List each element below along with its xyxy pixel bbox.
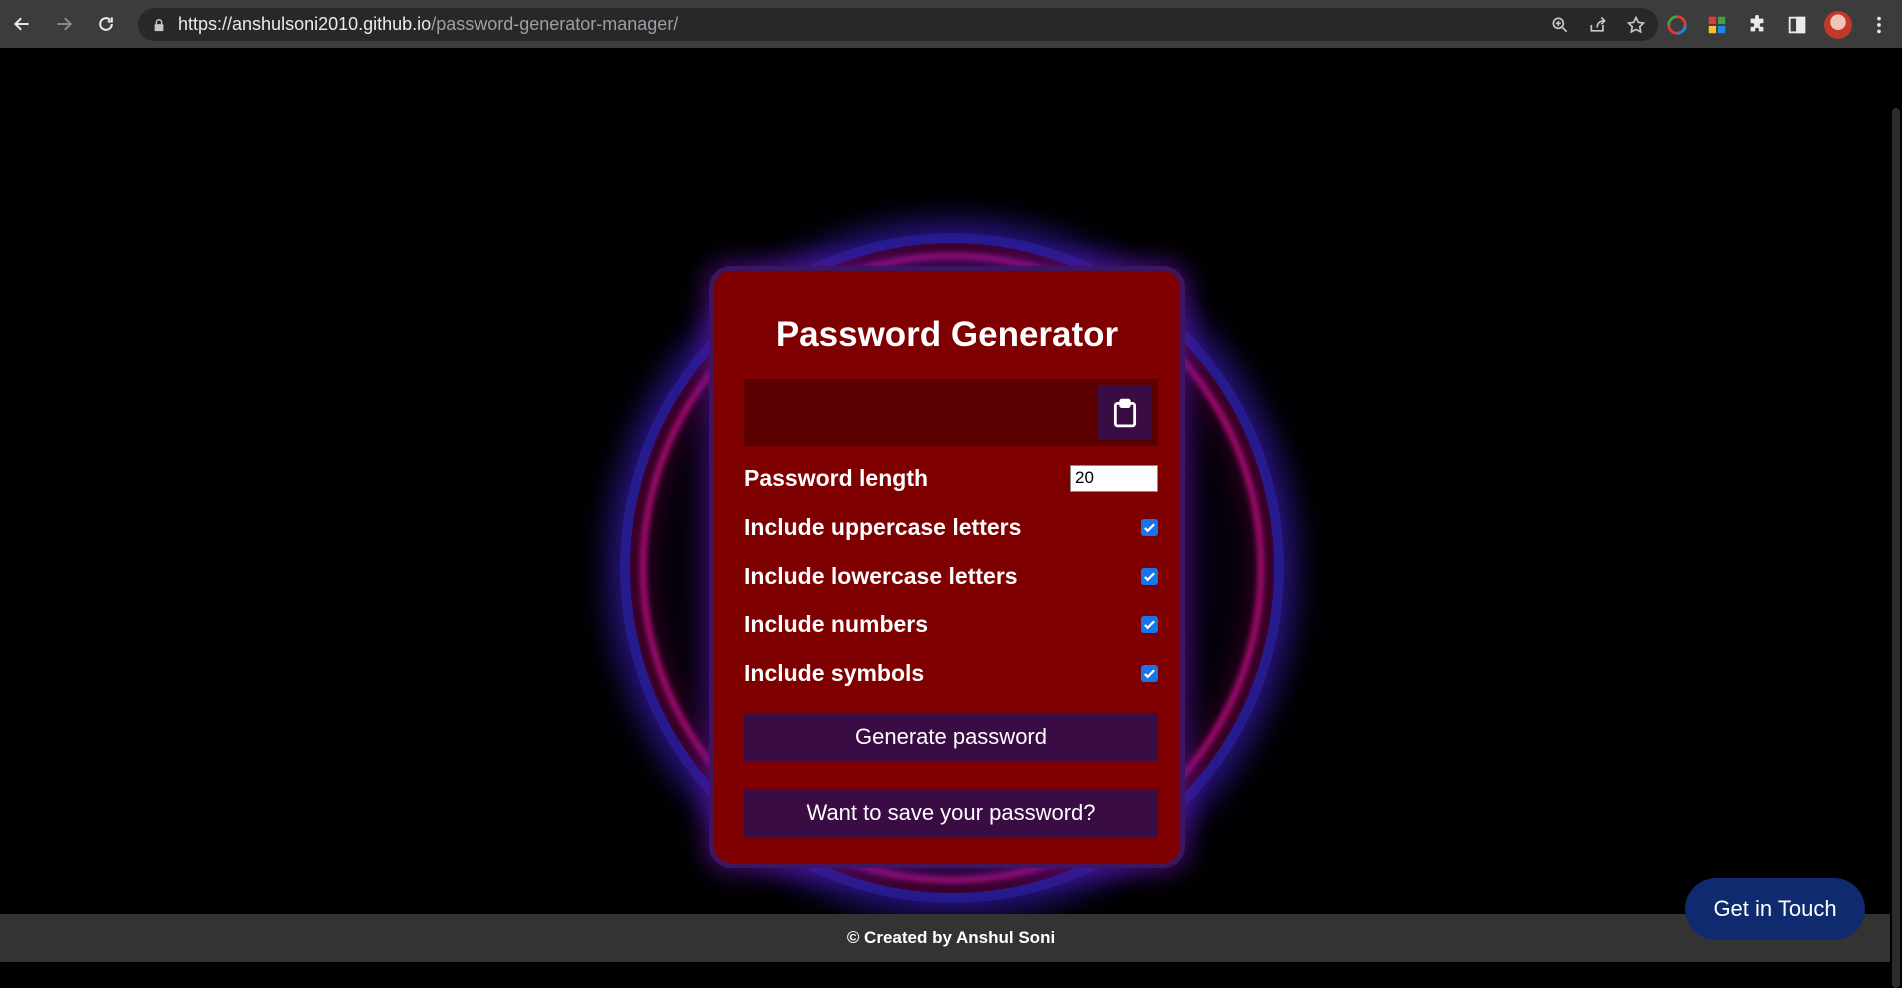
- checkmark-icon: [1144, 571, 1155, 581]
- url-text: https://anshulsoni2010.github.io/passwor…: [178, 14, 678, 35]
- arrow-left-icon: [13, 17, 29, 31]
- share-icon[interactable]: [1588, 15, 1608, 35]
- checkmark-icon: [1144, 619, 1155, 629]
- option-row-uppercase: Include uppercase letters: [744, 512, 1158, 542]
- address-bar[interactable]: https://anshulsoni2010.github.io/passwor…: [138, 8, 1658, 41]
- footer-credit: © Created by Anshul Soni: [846, 928, 1056, 947]
- get-in-touch-button[interactable]: Get in Touch: [1685, 878, 1865, 940]
- forward-button[interactable]: [44, 4, 84, 44]
- copy-to-clipboard-button[interactable]: [1097, 385, 1152, 440]
- zoom-icon[interactable]: [1550, 15, 1570, 35]
- option-label: Include numbers: [744, 610, 929, 637]
- symbols-checkbox[interactable]: [1141, 664, 1158, 682]
- option-row-numbers: Include numbers: [744, 609, 1158, 639]
- save-password-button[interactable]: Want to save your password?: [744, 789, 1158, 837]
- checkmark-icon: [1144, 668, 1155, 678]
- uppercase-checkbox[interactable]: [1141, 518, 1158, 536]
- lowercase-checkbox[interactable]: [1141, 567, 1158, 585]
- lock-icon: [154, 18, 164, 31]
- scrollbar-thumb[interactable]: [1892, 108, 1900, 988]
- password-output[interactable]: [744, 379, 1158, 446]
- menu-kebab-icon[interactable]: [1866, 12, 1892, 38]
- option-label: Include uppercase letters: [744, 513, 1022, 540]
- option-row-lowercase: Include lowercase letters: [744, 561, 1158, 591]
- length-label: Password length: [744, 464, 929, 491]
- reload-icon: [99, 17, 113, 31]
- length-input[interactable]: [1070, 464, 1158, 492]
- numbers-checkbox[interactable]: [1141, 615, 1158, 633]
- side-panel-icon[interactable]: [1784, 12, 1810, 38]
- page-title: Password Generator: [775, 315, 1119, 354]
- back-button[interactable]: [2, 4, 42, 44]
- length-row: Password length: [744, 463, 1158, 493]
- option-label: Include lowercase letters: [744, 562, 1018, 589]
- url-path: /password-generator-manager/: [431, 14, 679, 34]
- page-content: Password Generator Password length Inclu…: [0, 48, 1902, 914]
- generate-password-button[interactable]: Generate password: [744, 713, 1158, 761]
- bookmark-star-icon[interactable]: [1626, 15, 1646, 35]
- option-row-symbols: Include symbols: [744, 658, 1158, 688]
- puzzle-extensions-icon[interactable]: [1744, 12, 1770, 38]
- option-label: Include symbols: [744, 659, 925, 686]
- clipboard-icon: [1113, 398, 1136, 427]
- url-host: https://anshulsoni2010.github.io: [178, 14, 432, 34]
- arrow-right-icon: [57, 17, 73, 31]
- browser-toolbar: https://anshulsoni2010.github.io/passwor…: [0, 0, 1902, 48]
- checkmark-icon: [1144, 522, 1155, 532]
- color-picker-extension-icon[interactable]: [1664, 12, 1690, 38]
- colorful-extension-icon[interactable]: [1704, 12, 1730, 38]
- profile-avatar[interactable]: [1824, 10, 1852, 39]
- scrollbar[interactable]: [1890, 48, 1902, 988]
- password-generator-card: Password Generator Password length Inclu…: [709, 266, 1185, 868]
- footer: © Created by Anshul Soni: [0, 914, 1902, 962]
- reload-button[interactable]: [86, 4, 126, 44]
